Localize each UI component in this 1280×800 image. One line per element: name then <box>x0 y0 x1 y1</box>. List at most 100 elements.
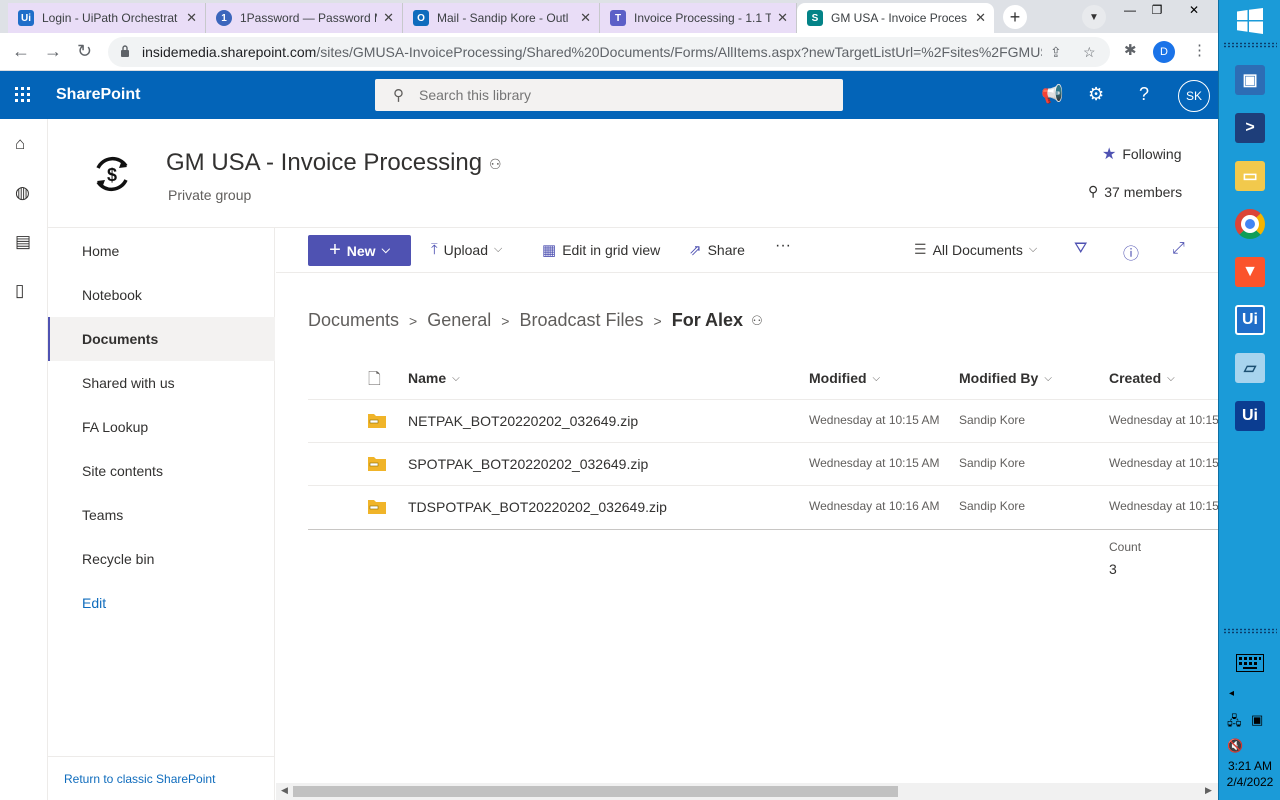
column-header-modified-by[interactable]: Modified By ⌵ <box>959 370 1052 386</box>
modified-by[interactable]: Sandip Kore <box>959 456 1025 470</box>
nav-item-notebook[interactable]: Notebook <box>48 273 275 317</box>
windows-start-icon[interactable] <box>1237 8 1263 34</box>
nav-item-teams[interactable]: Teams <box>48 493 275 537</box>
file-name-link[interactable]: NETPAK_BOT20220202_032649.zip <box>408 413 638 429</box>
restore-button[interactable]: ❐ <box>1143 0 1171 20</box>
shared-people-icon[interactable]: ⚇ <box>751 313 763 329</box>
column-header-name[interactable]: Name ⌵ <box>408 370 460 386</box>
breadcrumb-item-documents[interactable]: Documents <box>308 310 399 331</box>
breadcrumb-item-general[interactable]: General <box>427 310 491 331</box>
tab-teams-invoice[interactable]: T Invoice Processing - 1.1 T ✕ <box>600 3 797 33</box>
bookmark-star-icon[interactable]: ☆ <box>1083 44 1096 61</box>
scroll-left-arrow-icon[interactable]: ◀ <box>281 785 288 796</box>
site-title[interactable]: GM USA - Invoice Processing <box>166 149 482 177</box>
address-bar[interactable]: insidemedia.sharepoint.com/sites/GMUSA-I… <box>108 37 1110 67</box>
tab-sharepoint-active[interactable]: S GM USA - Invoice Proces ✕ <box>797 3 994 33</box>
news-icon[interactable]: ▤ <box>15 232 31 252</box>
table-row[interactable]: NETPAK_BOT20220202_032649.zip Wednesday … <box>308 399 1218 442</box>
gear-icon[interactable]: ⚙ <box>1088 84 1104 105</box>
user-avatar[interactable]: SK <box>1178 80 1210 112</box>
search-input[interactable] <box>417 85 817 105</box>
nav-item-fa-lookup[interactable]: FA Lookup <box>48 405 275 449</box>
close-icon[interactable]: ✕ <box>580 10 591 26</box>
globe-icon[interactable]: ◍ <box>15 183 30 203</box>
window-close-button[interactable]: ✕ <box>1172 0 1216 20</box>
scrollbar-thumb[interactable] <box>293 786 898 797</box>
tab-search-button[interactable]: ▼ <box>1082 5 1106 29</box>
expand-icon[interactable]: ⤢ <box>1172 240 1185 258</box>
taskbar-server-manager[interactable]: ▣ <box>1230 60 1270 100</box>
upload-button[interactable]: ⤒ Upload ⌵ <box>431 241 502 258</box>
megaphone-icon[interactable]: 📢 <box>1041 84 1063 105</box>
sharepoint-brand-link[interactable]: SharePoint <box>56 86 140 104</box>
forward-arrow-icon[interactable]: → <box>44 41 62 62</box>
modified-by[interactable]: Sandip Kore <box>959 413 1025 427</box>
members-button[interactable]: ⚲ 37 members <box>1088 183 1182 200</box>
file-name-link[interactable]: SPOTPAK_BOT20220202_032649.zip <box>408 456 648 472</box>
share-page-icon[interactable]: ⇪ <box>1050 44 1062 61</box>
nav-item-site-contents[interactable]: Site contents <box>48 449 275 493</box>
nav-edit-link[interactable]: Edit <box>48 581 275 625</box>
home-icon[interactable]: ⌂ <box>15 134 25 154</box>
app-launcher-waffle-icon[interactable] <box>15 87 31 103</box>
follow-button[interactable]: ★ Following <box>1102 144 1181 164</box>
new-tab-button[interactable]: + <box>1003 5 1027 29</box>
close-icon[interactable]: ✕ <box>383 10 394 26</box>
extensions-puzzle-icon[interactable]: ✱ <box>1124 41 1137 59</box>
keyboard-icon[interactable] <box>1236 654 1264 672</box>
taskbar-chrome[interactable] <box>1230 204 1270 244</box>
display-icon[interactable]: ▣ <box>1251 712 1263 728</box>
taskbar-uipath-studio[interactable]: Ui <box>1230 300 1270 340</box>
system-clock[interactable]: 3:21 AM 2/4/2022 <box>1219 758 1280 790</box>
nav-item-recycle-bin[interactable]: Recycle bin <box>48 537 275 581</box>
reload-icon[interactable]: ↻ <box>77 41 92 62</box>
edit-grid-view-button[interactable]: ▦ Edit in grid view <box>542 241 660 259</box>
show-hidden-icons-chevron-icon[interactable]: ◂ <box>1229 688 1234 699</box>
close-icon[interactable]: ✕ <box>186 10 197 26</box>
tab-outlook-mail[interactable]: O Mail - Sandip Kore - Outl ✕ <box>403 3 600 33</box>
help-icon[interactable]: ? <box>1139 84 1149 105</box>
search-box[interactable]: ⚲ <box>375 79 843 111</box>
lock-icon[interactable] <box>120 45 130 57</box>
taskbar-brave[interactable]: ▼ <box>1230 252 1270 292</box>
return-to-classic-link[interactable]: Return to classic SharePoint <box>48 756 275 800</box>
close-icon[interactable]: ✕ <box>777 10 788 26</box>
table-row[interactable]: TDSPOTPAK_BOT20220202_032649.zip Wednesd… <box>308 485 1218 528</box>
info-icon[interactable]: ⓘ <box>1123 240 1139 264</box>
zip-folder-icon <box>368 457 386 471</box>
tab-uipath-login[interactable]: Ui Login - UiPath Orchestrat ✕ <box>8 3 206 33</box>
modified-by[interactable]: Sandip Kore <box>959 499 1025 513</box>
column-header-created[interactable]: Created ⌵ <box>1109 370 1175 386</box>
view-selector-button[interactable]: ☰ All Documents ⌵ <box>914 241 1037 258</box>
filter-icon[interactable]: ⛛ <box>1074 240 1087 258</box>
breadcrumb-item-broadcast-files[interactable]: Broadcast Files <box>519 310 643 331</box>
file-name-link[interactable]: TDSPOTPAK_BOT20220202_032649.zip <box>408 499 667 515</box>
share-button[interactable]: ⇗ Share <box>689 241 745 259</box>
profile-avatar[interactable]: D <box>1153 41 1175 63</box>
network-error-icon[interactable]: 🖧 <box>1227 712 1242 734</box>
close-icon[interactable]: ✕ <box>975 10 986 26</box>
minimize-button[interactable]: — <box>1116 0 1144 20</box>
document-icon[interactable]: ▯ <box>15 281 24 301</box>
column-header-modified[interactable]: Modified ⌵ <box>809 370 880 386</box>
nav-item-home[interactable]: Home <box>48 229 275 273</box>
teams-icon[interactable]: ⚇ <box>489 156 502 173</box>
back-arrow-icon[interactable]: ← <box>12 41 30 62</box>
volume-muted-icon[interactable]: 🔇 <box>1227 738 1243 754</box>
nav-item-shared-with-us[interactable]: Shared with us <box>48 361 275 405</box>
taskbar-powershell[interactable]: > <box>1230 108 1270 148</box>
nav-item-documents[interactable]: Documents <box>48 317 275 361</box>
taskbar-notepad[interactable]: ▱ <box>1230 348 1270 388</box>
tab-1password[interactable]: 1 1Password — Password M ✕ <box>206 3 403 33</box>
taskbar-file-explorer[interactable]: ▭ <box>1230 156 1270 196</box>
browser-menu-icon[interactable]: ⋮ <box>1192 41 1207 59</box>
chevron-right-icon: > <box>653 312 662 329</box>
horizontal-scrollbar[interactable]: ◀ ▶ <box>276 783 1218 800</box>
more-actions-button[interactable]: ··· <box>775 237 791 255</box>
new-button[interactable]: + New ⌵ <box>308 235 411 266</box>
scroll-right-arrow-icon[interactable]: ▶ <box>1205 785 1212 796</box>
file-type-icon[interactable]: 🗋 <box>368 368 381 395</box>
taskbar-uipath-assistant[interactable]: Ui <box>1230 396 1270 436</box>
table-row[interactable]: SPOTPAK_BOT20220202_032649.zip Wednesday… <box>308 442 1218 485</box>
outlook-favicon-icon: O <box>413 10 429 26</box>
